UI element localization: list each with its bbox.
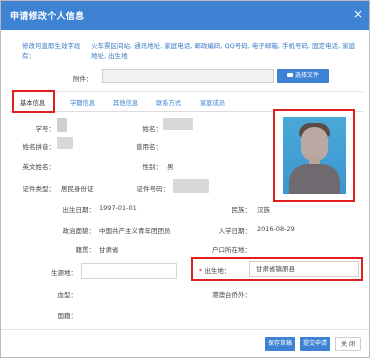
politics-value: 中国共产主义青年团团员	[99, 227, 171, 235]
tab-enrollment-info[interactable]: 学籍信息	[70, 98, 95, 107]
id-type-label: 证件类型：	[22, 185, 56, 193]
tab-family[interactable]: 家庭成员	[200, 98, 225, 107]
birthplace-label: * 出生地：	[199, 265, 230, 275]
edit-info-dialog: 申请修改个人信息 × 修改可直即生效字段有： 火车票区间站, 通讯地址, 家庭电…	[0, 0, 370, 358]
former-name-label: 曾用名：	[136, 143, 162, 151]
politics-label: 政治面貌：	[62, 227, 96, 235]
gender-label: 性别：	[142, 163, 163, 171]
dialog-header: 申请修改个人信息 ×	[1, 1, 369, 30]
birthdate-label: 出生日期：	[62, 206, 96, 214]
enroll-date-label: 入学日期：	[218, 227, 252, 235]
required-marker: *	[199, 267, 203, 275]
basic-info-tab-highlight	[12, 90, 55, 113]
enroll-date-value: 2016-08-29	[257, 225, 295, 233]
id-type-value: 居民身份证	[61, 185, 94, 193]
editable-fields-list: 火车票区间站, 通讯地址, 家庭电话, 邮政编码, QQ号码, 电子邮箱, 手机…	[91, 42, 356, 60]
choose-file-button[interactable]: 选择文件	[277, 69, 329, 83]
id-no-value	[173, 179, 209, 193]
ethnicity-label: 民族：	[231, 206, 252, 214]
origin-label: 籍贯：	[75, 246, 96, 254]
origin-value: 甘肃省	[99, 246, 119, 254]
residence-label: 生源地：	[51, 269, 77, 277]
birthdate-value: 1997-01-01	[99, 204, 137, 212]
hmt-label: 港澳台侨外：	[212, 291, 251, 299]
tab-other-info[interactable]: 其他信息	[113, 98, 138, 107]
birthplace-input[interactable]: 甘肃省镇原县	[249, 261, 359, 277]
save-draft-button[interactable]: 保存草稿	[265, 337, 295, 351]
student-photo	[283, 117, 346, 194]
gender-value: 男	[167, 163, 174, 171]
folder-icon	[286, 73, 293, 77]
english-name-label: 英文姓名：	[22, 163, 56, 171]
submit-button[interactable]: 提交申请	[300, 337, 330, 351]
attachment-input[interactable]	[102, 69, 274, 83]
hukou-label: 户口所在地：	[212, 246, 251, 254]
nationality-label: 国籍：	[57, 312, 78, 320]
divider	[9, 91, 363, 92]
blood-type-label: 血型：	[57, 291, 78, 299]
footer-divider	[1, 329, 369, 330]
birthplace-label-text: 出生地：	[204, 267, 231, 275]
choose-file-label: 选择文件	[294, 72, 319, 79]
dialog-title: 申请修改个人信息	[10, 12, 85, 22]
name-label: 姓名：	[142, 125, 163, 133]
student-no-label: 学号：	[35, 125, 56, 133]
name-value	[163, 118, 193, 130]
attachment-label: 附件：	[73, 75, 93, 83]
name-pinyin-label: 姓名拼音：	[22, 143, 56, 151]
close-icon[interactable]: ×	[353, 7, 363, 21]
close-button[interactable]: 关 闭	[335, 337, 361, 351]
editable-fields-label: 修改可直即生效字段有：	[22, 42, 81, 60]
tab-contact[interactable]: 联系方式	[156, 98, 181, 107]
residence-input[interactable]	[81, 263, 177, 279]
name-pinyin-value	[57, 137, 73, 149]
student-no-value	[57, 118, 67, 132]
id-no-label: 证件号码：	[136, 185, 170, 193]
ethnicity-value: 汉族	[257, 206, 270, 214]
